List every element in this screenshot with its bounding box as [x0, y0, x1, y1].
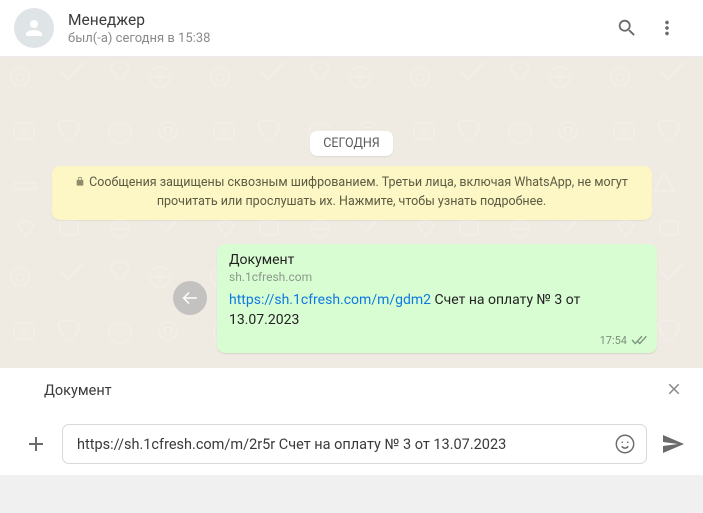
send-button[interactable]	[657, 428, 689, 460]
message-input[interactable]	[77, 436, 614, 453]
message-link-domain: sh.1cfresh.com	[229, 270, 647, 284]
reply-preview: Документ	[0, 368, 703, 413]
contact-name: Менеджер	[68, 10, 607, 30]
chat-header: Менеджер был(-а) сегодня в 15:38	[0, 0, 703, 57]
contact-avatar[interactable]	[14, 8, 54, 48]
emoji-button[interactable]	[614, 433, 636, 455]
encryption-notice[interactable]: Сообщения защищены сквозным шифрованием.…	[52, 166, 652, 220]
menu-button[interactable]	[647, 8, 687, 48]
contact-status: был(-а) сегодня в 15:38	[68, 31, 607, 46]
chat-area: СЕГОДНЯ Сообщения защищены сквозным шифр…	[0, 57, 703, 368]
close-reply-button[interactable]	[665, 380, 683, 402]
more-vertical-icon	[656, 17, 678, 39]
plus-icon	[24, 432, 48, 456]
message-link-title: Документ	[229, 252, 647, 268]
emoji-icon	[614, 433, 636, 455]
message-bubble-outgoing[interactable]: Документ sh.1cfresh.com https://sh.1cfre…	[217, 244, 657, 354]
person-icon	[22, 16, 46, 40]
double-check-icon	[631, 335, 647, 346]
send-icon	[661, 432, 685, 456]
compose-input-wrap	[62, 424, 647, 464]
reply-preview-title: Документ	[44, 382, 675, 399]
search-icon	[616, 17, 638, 39]
message-time: 17:54	[600, 334, 627, 347]
forward-button[interactable]	[173, 281, 207, 315]
forward-icon	[181, 289, 199, 307]
contact-info[interactable]: Менеджер был(-а) сегодня в 15:38	[68, 10, 607, 46]
message-body: https://sh.1cfresh.com/m/gdm2 Счет на оп…	[229, 290, 647, 331]
message-row: Документ sh.1cfresh.com https://sh.1cfre…	[18, 244, 685, 354]
compose-bar	[0, 413, 703, 475]
message-link[interactable]: https://sh.1cfresh.com/m/gdm2	[229, 292, 431, 308]
search-button[interactable]	[607, 8, 647, 48]
lock-icon	[75, 176, 85, 187]
close-icon	[665, 380, 683, 398]
attach-button[interactable]	[20, 428, 52, 460]
date-separator: СЕГОДНЯ	[310, 131, 392, 156]
message-meta: 17:54	[229, 334, 647, 347]
encryption-text: Сообщения защищены сквозным шифрованием.…	[89, 175, 628, 209]
